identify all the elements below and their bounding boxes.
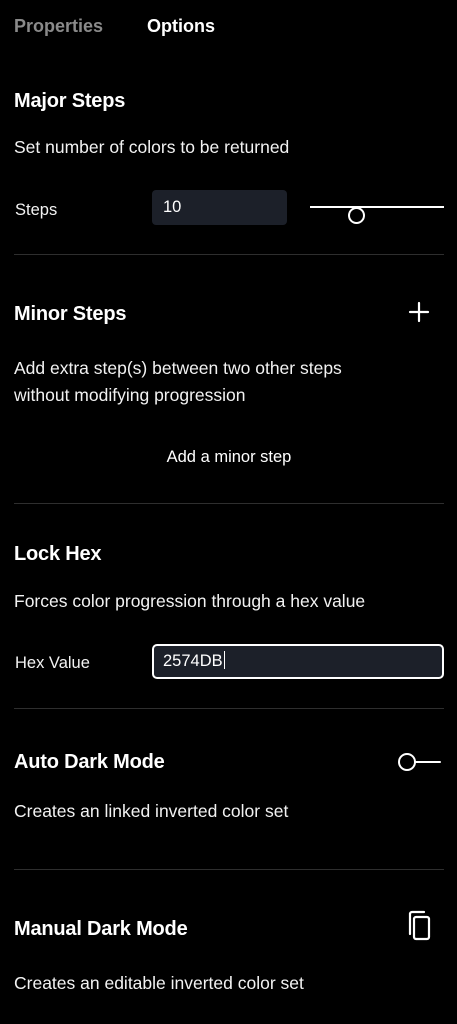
tab-bar: Properties Options [14,13,215,39]
plus-icon[interactable] [406,299,432,325]
lock-hex-title: Lock Hex [14,543,102,565]
add-minor-step-button[interactable]: Add a minor step [14,445,444,469]
divider [14,503,444,504]
minor-steps-description-line1: Add extra step(s) between two other step… [14,358,342,378]
tab-properties[interactable]: Properties [14,13,103,39]
minor-steps-description-line2: without modifying progression [14,385,246,405]
lock-hex-description: Forces color progression through a hex v… [14,591,366,611]
tab-options[interactable]: Options [147,13,215,39]
major-steps-title: Major Steps [14,90,126,112]
copy-icon[interactable] [403,909,435,943]
hex-value-label: Hex Value [15,654,90,672]
major-steps-description: Set number of colors to be returned [14,137,290,157]
slider-track [310,206,444,208]
hex-value-text: 2574DB [163,652,223,670]
minor-steps-title: Minor Steps [14,303,127,325]
divider [14,869,444,870]
steps-slider[interactable] [310,196,444,224]
auto-dark-mode-description: Creates an linked inverted color set [14,801,289,821]
hex-value-input[interactable]: 2574DB [152,644,444,679]
steps-input[interactable]: 10 [152,190,287,225]
text-caret [223,651,225,669]
auto-dark-mode-title: Auto Dark Mode [14,751,165,773]
divider [14,254,444,255]
manual-dark-mode-description: Creates an editable inverted color set [14,973,304,993]
steps-label: Steps [15,201,58,219]
manual-dark-mode-title: Manual Dark Mode [14,918,188,940]
toggle-off-icon[interactable] [396,750,442,774]
slider-thumb[interactable] [348,207,365,224]
divider [14,708,444,709]
